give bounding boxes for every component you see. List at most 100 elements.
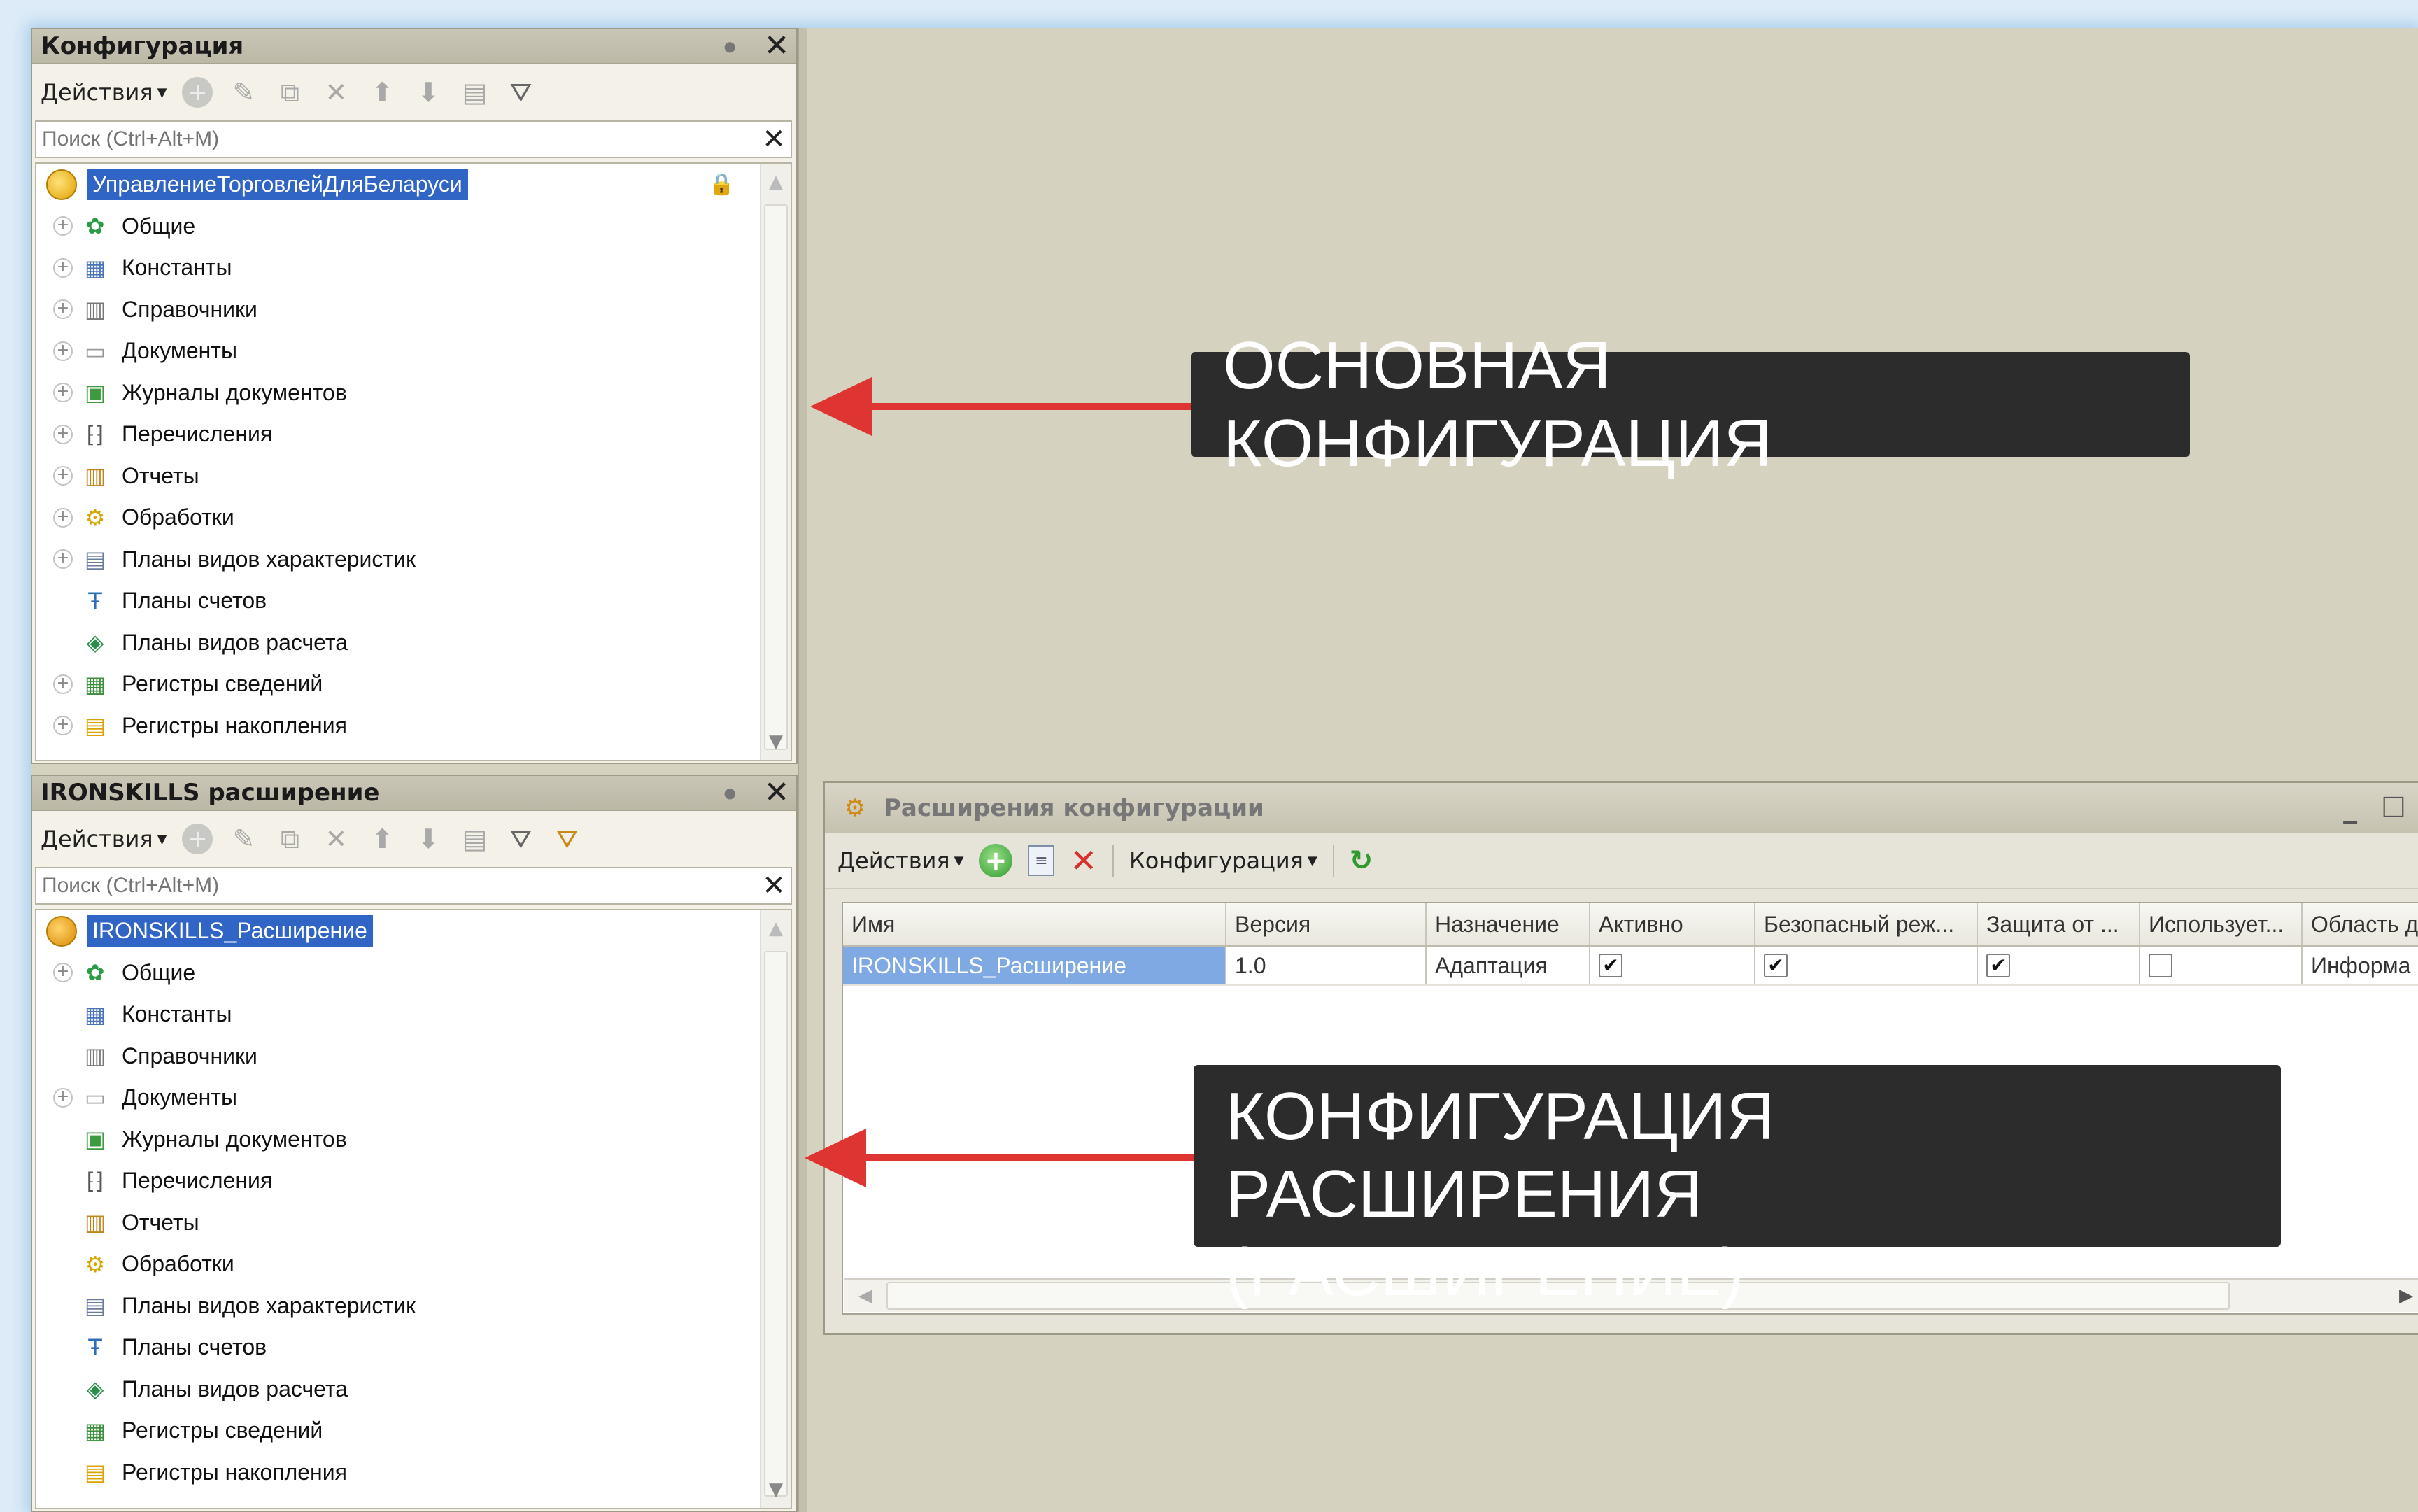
- expand-icon[interactable]: +: [53, 383, 73, 403]
- safe-mode-checkbox[interactable]: ✔: [1764, 954, 1788, 977]
- delete-icon[interactable]: ✕: [320, 77, 351, 108]
- clear-search-icon[interactable]: ✕: [757, 870, 791, 902]
- delete-icon[interactable]: ✕: [320, 824, 351, 854]
- configuration-menu[interactable]: Конфигурация ▼: [1129, 847, 1317, 874]
- move-down-icon[interactable]: ⬇: [413, 824, 444, 854]
- delete-extension-icon[interactable]: ✕: [1070, 842, 1097, 879]
- tree-item[interactable]: ▦ Константы: [36, 994, 791, 1036]
- cell-scope[interactable]: Информа: [2303, 947, 2418, 984]
- expand-icon[interactable]: +: [53, 963, 73, 983]
- properties-icon[interactable]: ≡: [1028, 845, 1055, 876]
- expand-icon[interactable]: +: [53, 466, 73, 486]
- search-input[interactable]: [36, 868, 757, 903]
- expand-icon[interactable]: +: [53, 216, 73, 236]
- scroll-down-icon[interactable]: ▼: [761, 1471, 791, 1508]
- scroll-thumb[interactable]: [764, 951, 788, 1497]
- maximize-icon[interactable]: ☐: [2381, 792, 2406, 824]
- protection-checkbox[interactable]: ✔: [1986, 954, 2010, 977]
- tree-item[interactable]: + ▦ Регистры сведений: [36, 663, 791, 705]
- tree-item[interactable]: + ▤ Регистры накопления: [36, 705, 791, 747]
- add-icon[interactable]: +: [182, 77, 213, 108]
- expand-icon[interactable]: +: [53, 299, 73, 320]
- tree-item[interactable]: + ▭ Документы: [36, 1077, 791, 1119]
- move-down-icon[interactable]: ⬇: [413, 77, 444, 108]
- tree-item[interactable]: + ▤ Планы видов характеристик: [36, 539, 791, 581]
- tree-item[interactable]: ◈ Планы видов расчета: [36, 1369, 791, 1411]
- minimize-icon[interactable]: _: [2343, 792, 2357, 824]
- tree-item[interactable]: + ▦ Константы: [36, 247, 791, 289]
- panel-splitter[interactable]: [798, 28, 807, 1512]
- tree-item[interactable]: ▣ Журналы документов: [36, 1119, 791, 1161]
- tree-item[interactable]: Ŧ Планы счетов: [36, 1327, 791, 1369]
- tree-item[interactable]: + ▥ Отчеты: [36, 455, 791, 497]
- refresh-icon[interactable]: ↻: [1350, 845, 1373, 877]
- tree-item[interactable]: + ⚙ Обработки: [36, 497, 791, 539]
- tree-item[interactable]: + ▥ Справочники: [36, 289, 791, 331]
- expand-icon[interactable]: +: [53, 674, 73, 694]
- clear-search-icon[interactable]: ✕: [757, 123, 791, 155]
- tree-item[interactable]: ▤ Регистры накопления: [36, 1452, 791, 1494]
- close-panel-button[interactable]: ✕: [757, 777, 796, 808]
- copy-icon[interactable]: ⧉: [274, 77, 305, 108]
- column-header-scope[interactable]: Область д: [2303, 903, 2418, 945]
- edit-icon[interactable]: ✎: [228, 77, 259, 108]
- filter-icon[interactable]: ⛛: [505, 824, 536, 854]
- add-icon[interactable]: +: [182, 824, 213, 854]
- move-up-icon[interactable]: ⬆: [367, 824, 397, 854]
- tree-item[interactable]: ⚙ Обработки: [36, 1243, 791, 1285]
- expand-icon[interactable]: +: [53, 549, 73, 570]
- tree-item[interactable]: ▥ Отчеты: [36, 1202, 791, 1244]
- tree-item[interactable]: ⁅⁆ Перечисления: [36, 1160, 791, 1202]
- tree-item[interactable]: ▤ Планы видов характеристик: [36, 1285, 791, 1327]
- scroll-thumb[interactable]: [764, 204, 788, 750]
- tree-item[interactable]: ▥ Справочники: [36, 1036, 791, 1078]
- list-icon[interactable]: ▤: [459, 77, 490, 108]
- scroll-right-icon[interactable]: ▶: [2385, 1285, 2418, 1306]
- close-panel-button[interactable]: ✕: [757, 31, 796, 62]
- tree-item[interactable]: + ✿ Общие: [36, 206, 791, 248]
- tree-item[interactable]: + ✿ Общие: [36, 952, 791, 994]
- filter-extension-icon[interactable]: ⛛: [551, 824, 582, 854]
- uses-checkbox[interactable]: [2149, 954, 2172, 977]
- scroll-down-icon[interactable]: ▼: [761, 723, 791, 760]
- expand-icon[interactable]: +: [53, 507, 73, 528]
- expand-icon[interactable]: +: [53, 1087, 73, 1108]
- scroll-up-icon[interactable]: ▲: [761, 164, 791, 200]
- actions-menu[interactable]: Действия ▼: [41, 826, 167, 852]
- tree-item[interactable]: + ⁅⁆ Перечисления: [36, 414, 791, 455]
- expand-icon[interactable]: +: [53, 716, 73, 736]
- column-header-uses[interactable]: Использует...: [2140, 903, 2303, 945]
- expand-icon[interactable]: +: [53, 341, 73, 361]
- column-header-version[interactable]: Версия: [1226, 903, 1427, 945]
- column-header-protection[interactable]: Защита от ...: [1978, 903, 2140, 945]
- column-header-purpose[interactable]: Назначение: [1427, 903, 1590, 945]
- scroll-up-icon[interactable]: ▲: [761, 910, 791, 947]
- tree-root[interactable]: IRONSKILLS_Расширение: [36, 910, 791, 952]
- edit-icon[interactable]: ✎: [228, 824, 259, 854]
- cell-version[interactable]: 1.0: [1226, 947, 1427, 984]
- move-up-icon[interactable]: ⬆: [367, 77, 397, 108]
- tree-item[interactable]: + ▭ Документы: [36, 330, 791, 372]
- filter-icon[interactable]: ⛛: [505, 77, 536, 108]
- column-header-name[interactable]: Имя: [843, 903, 1226, 945]
- vertical-scrollbar[interactable]: ▲ ▼: [760, 910, 791, 1508]
- list-icon[interactable]: ▤: [459, 824, 490, 854]
- column-header-active[interactable]: Активно: [1590, 903, 1755, 945]
- cell-name[interactable]: IRONSKILLS_Расширение: [843, 947, 1226, 984]
- tree-root[interactable]: УправлениеТорговлейДляБеларуси 🔒: [36, 164, 791, 206]
- expand-icon[interactable]: +: [53, 424, 73, 444]
- pin-icon[interactable]: ●: [724, 38, 736, 55]
- expand-icon[interactable]: +: [53, 257, 73, 278]
- pin-icon[interactable]: ●: [724, 784, 736, 801]
- cell-purpose[interactable]: Адаптация: [1427, 947, 1590, 984]
- tree-item[interactable]: + ▣ Журналы документов: [36, 372, 791, 414]
- vertical-scrollbar[interactable]: ▲ ▼: [760, 164, 791, 760]
- scroll-left-icon[interactable]: ◀: [844, 1285, 886, 1306]
- actions-menu[interactable]: Действия ▼: [41, 79, 167, 106]
- search-input[interactable]: [36, 122, 757, 157]
- add-extension-icon[interactable]: +: [979, 844, 1013, 877]
- tree-item[interactable]: ◈ Планы видов расчета: [36, 622, 791, 664]
- actions-menu[interactable]: Действия ▼: [837, 847, 963, 874]
- column-header-safe-mode[interactable]: Безопасный реж...: [1755, 903, 1978, 945]
- tree-item[interactable]: ▦ Регистры сведений: [36, 1410, 791, 1452]
